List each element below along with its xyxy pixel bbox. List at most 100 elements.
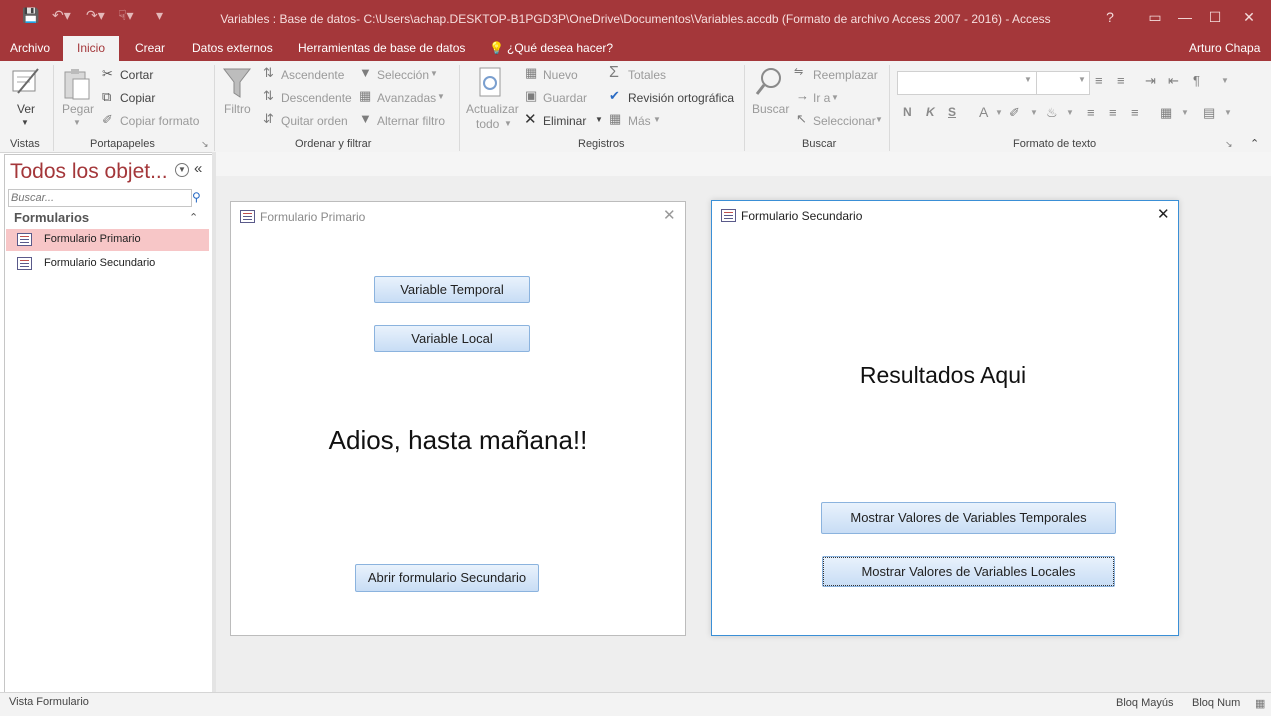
chevron-down-icon: ▼ bbox=[1078, 75, 1086, 84]
nav-search-input[interactable] bbox=[8, 189, 192, 207]
fill-color-icon[interactable]: ♨ bbox=[1046, 105, 1058, 121]
numbering-icon[interactable]: ≡ bbox=[1117, 73, 1125, 88]
close-icon[interactable]: ✕ bbox=[1157, 205, 1170, 223]
group-label-registros: Registros bbox=[578, 138, 625, 150]
align-right-icon[interactable]: ≡ bbox=[1131, 105, 1139, 120]
bullets-icon[interactable]: ≡ bbox=[1095, 73, 1103, 88]
chevron-down-icon: ▼ bbox=[1030, 108, 1038, 117]
chevron-down-icon: ▼ bbox=[430, 69, 438, 78]
minimize-icon[interactable]: — bbox=[1170, 6, 1200, 28]
quitar-orden-button[interactable]: Quitar orden bbox=[281, 114, 348, 128]
nav-section-header[interactable]: Formularios bbox=[14, 210, 89, 225]
variable-local-button[interactable]: Variable Local bbox=[374, 325, 530, 352]
chevron-down-icon: ▼ bbox=[1066, 108, 1074, 117]
abrir-formulario-secundario-button[interactable]: Abrir formulario Secundario bbox=[355, 564, 539, 592]
highlight-icon[interactable]: ✐ bbox=[1009, 105, 1020, 121]
view-icon[interactable] bbox=[10, 65, 42, 97]
find-icon[interactable] bbox=[754, 66, 784, 98]
group-divider bbox=[459, 65, 460, 151]
collapse-section-icon[interactable]: ⌃ bbox=[189, 211, 198, 224]
filter-icon[interactable] bbox=[222, 67, 252, 99]
maximize-icon[interactable]: ☐ bbox=[1200, 6, 1230, 28]
refresh-all-icon[interactable] bbox=[476, 66, 506, 100]
nav-pane-title[interactable]: Todos los objet... bbox=[10, 160, 168, 184]
search-icon[interactable]: ⚲ bbox=[192, 190, 201, 204]
group-label-formato: Formato de texto bbox=[1013, 138, 1097, 150]
list-item[interactable]: Formulario Secundario bbox=[6, 253, 209, 275]
totales-button[interactable]: Totales bbox=[628, 68, 666, 82]
mas-button[interactable]: Más bbox=[628, 114, 651, 128]
copiar-button[interactable]: Copiar bbox=[120, 91, 155, 105]
todo-label: todo bbox=[476, 117, 500, 131]
underline-button[interactable]: S bbox=[948, 105, 956, 119]
seleccion-button[interactable]: Selección bbox=[377, 68, 429, 82]
ir-a-button[interactable]: Ir a bbox=[813, 91, 830, 105]
cortar-button[interactable]: Cortar bbox=[120, 68, 153, 82]
eliminar-button[interactable]: Eliminar bbox=[543, 114, 586, 128]
toggle-filter-icon: ▼ bbox=[359, 111, 372, 126]
mostrar-temporales-button[interactable]: Mostrar Valores de Variables Temporales bbox=[821, 502, 1116, 534]
font-name-combo[interactable] bbox=[897, 71, 1037, 95]
group-divider bbox=[53, 65, 54, 151]
tab-herramientas[interactable]: Herramientas de base de datos bbox=[298, 41, 465, 55]
align-left-icon[interactable]: ≡ bbox=[1087, 105, 1095, 120]
form-view-icon[interactable]: ▦ bbox=[1255, 697, 1265, 710]
nav-item-label: Formulario Secundario bbox=[44, 257, 156, 269]
paragraph-icon[interactable]: ¶ bbox=[1193, 73, 1200, 88]
chevron-down-icon: ▼ bbox=[504, 119, 512, 128]
copiar-formato-button[interactable]: Copiar formato bbox=[120, 114, 199, 128]
gridlines-icon[interactable]: ▦ bbox=[1160, 105, 1172, 121]
descendente-button[interactable]: Descendente bbox=[281, 91, 352, 105]
alternate-row-icon[interactable]: ▤ bbox=[1203, 105, 1215, 121]
avanzadas-button[interactable]: Avanzadas bbox=[377, 91, 436, 105]
nav-menu-dropdown-icon[interactable]: ▼ bbox=[175, 163, 189, 177]
bold-button[interactable]: N bbox=[903, 105, 912, 119]
nuevo-button[interactable]: Nuevo bbox=[543, 68, 578, 82]
mostrar-locales-button[interactable]: Mostrar Valores de Variables Locales bbox=[822, 556, 1115, 587]
navigation-pane: Todos los objet... ▼ « ⚲ Formularios ⌃ F… bbox=[4, 154, 213, 693]
ascendente-button[interactable]: Ascendente bbox=[281, 68, 344, 82]
collapse-ribbon-icon[interactable]: ⌃ bbox=[1250, 137, 1259, 150]
variable-temporal-button[interactable]: Variable Temporal bbox=[374, 276, 530, 303]
save-record-icon: ▣ bbox=[525, 88, 538, 103]
ver-button[interactable]: Ver bbox=[17, 102, 35, 116]
pegar-button[interactable]: Pegar bbox=[62, 102, 94, 116]
font-color-button[interactable]: A bbox=[979, 104, 988, 120]
decrease-indent-icon[interactable]: ⇤ bbox=[1168, 73, 1179, 89]
select-icon: ↖ bbox=[796, 111, 807, 126]
clear-sort-icon: ⇵ bbox=[263, 111, 274, 126]
user-name[interactable]: Arturo Chapa bbox=[1189, 41, 1260, 55]
delete-icon: ✕ bbox=[524, 111, 537, 128]
tab-archivo[interactable]: Archivo bbox=[10, 41, 50, 55]
replace-icon: ⇋ bbox=[794, 66, 804, 78]
align-center-icon[interactable]: ≡ bbox=[1109, 105, 1117, 120]
italic-button[interactable]: K bbox=[926, 105, 935, 119]
help-button[interactable]: ? bbox=[1095, 6, 1125, 28]
reemplazar-button[interactable]: Reemplazar bbox=[813, 68, 878, 82]
tab-crear[interactable]: Crear bbox=[135, 41, 165, 55]
dialog-launcher-icon[interactable]: ↘ bbox=[1225, 139, 1233, 150]
actualizar-button[interactable]: Actualizar bbox=[466, 102, 519, 116]
close-icon[interactable]: ✕ bbox=[1234, 6, 1264, 28]
group-label-vistas: Vistas bbox=[10, 138, 40, 150]
form-icon bbox=[17, 233, 32, 246]
advanced-filter-icon: ▦ bbox=[359, 88, 372, 103]
message-label: Adios, hasta mañana!! bbox=[328, 425, 588, 455]
alternar-filtro-button[interactable]: Alternar filtro bbox=[377, 114, 445, 128]
collapse-pane-icon[interactable]: « bbox=[194, 160, 202, 177]
list-item[interactable]: Formulario Primario bbox=[6, 229, 209, 251]
tab-inicio[interactable]: Inicio bbox=[63, 36, 120, 61]
close-icon[interactable]: ✕ bbox=[663, 206, 676, 224]
guardar-button[interactable]: Guardar bbox=[543, 91, 587, 105]
ribbon-tabs: Archivo Inicio Crear Datos externos Herr… bbox=[0, 36, 1271, 61]
paste-icon[interactable] bbox=[62, 67, 92, 101]
buscar-button[interactable]: Buscar bbox=[752, 102, 789, 116]
increase-indent-icon[interactable]: ⇥ bbox=[1145, 73, 1156, 89]
filtro-button[interactable]: Filtro bbox=[224, 102, 251, 116]
tab-datos-externos[interactable]: Datos externos bbox=[192, 41, 273, 55]
tell-me-box[interactable]: ¿Qué desea hacer? bbox=[507, 41, 613, 55]
revision-button[interactable]: Revisión ortográfica bbox=[628, 91, 734, 105]
ribbon-display-icon[interactable]: ▭ bbox=[1140, 6, 1170, 28]
seleccionar-button[interactable]: Seleccionar bbox=[813, 114, 876, 128]
dialog-launcher-icon[interactable]: ↘ bbox=[201, 139, 209, 150]
